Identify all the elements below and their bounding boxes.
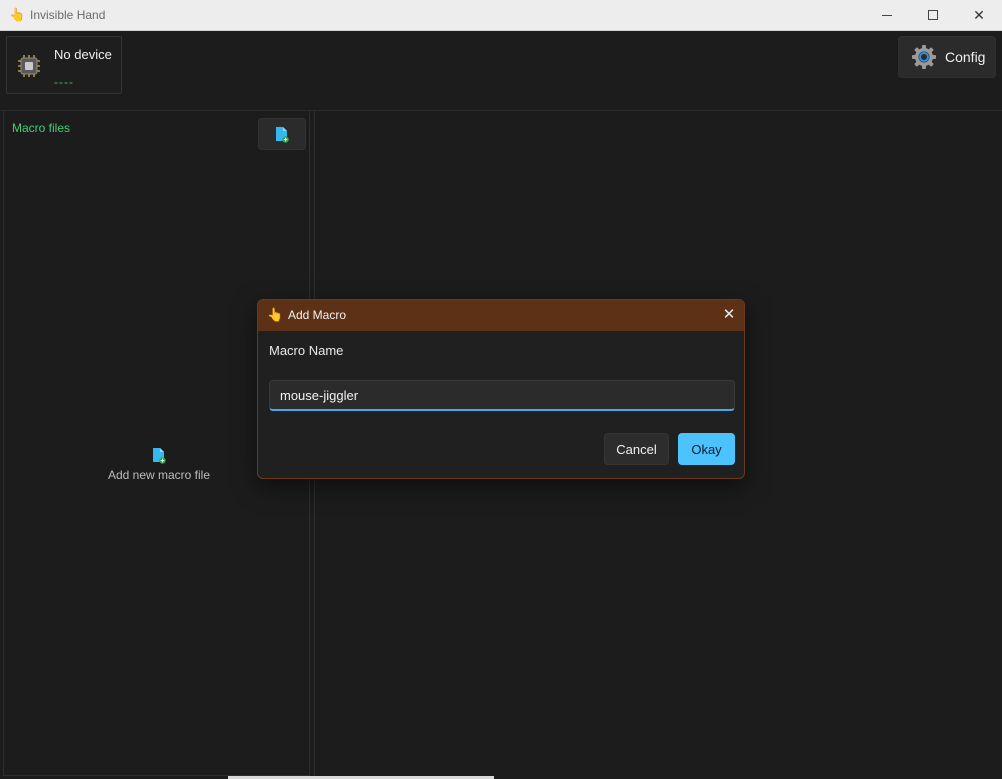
window-title: Invisible Hand bbox=[30, 8, 106, 22]
config-button[interactable]: Config bbox=[898, 36, 996, 78]
minimize-icon bbox=[882, 14, 892, 16]
device-card[interactable]: No device ---- bbox=[6, 36, 122, 94]
gear-icon bbox=[912, 45, 936, 69]
title-bar: 👆 Invisible Hand ✕ bbox=[0, 0, 1002, 31]
config-label: Config bbox=[945, 49, 986, 65]
okay-button[interactable]: Okay bbox=[678, 433, 735, 465]
hand-icon: 👆 bbox=[267, 307, 284, 322]
dialog-close-button[interactable]: ✕ bbox=[720, 306, 738, 324]
cancel-button[interactable]: Cancel bbox=[604, 433, 669, 465]
add-new-macro-file-action[interactable]: Add new macro file bbox=[84, 447, 234, 484]
macro-files-title: Macro files bbox=[12, 121, 71, 135]
dialog-header: 👆 Add Macro ✕ bbox=[258, 300, 744, 331]
device-name: No device bbox=[54, 47, 112, 62]
maximize-icon bbox=[928, 10, 938, 20]
add-macro-file-button[interactable] bbox=[258, 118, 306, 150]
add-file-icon bbox=[276, 126, 289, 143]
minimize-button[interactable] bbox=[864, 0, 910, 30]
device-status: ---- bbox=[54, 75, 74, 89]
dialog-title: Add Macro bbox=[288, 308, 347, 322]
macro-name-input[interactable] bbox=[269, 380, 735, 411]
add-file-icon bbox=[153, 448, 166, 464]
macro-name-label: Macro Name bbox=[269, 343, 344, 358]
close-window-button[interactable]: ✕ bbox=[956, 0, 1002, 30]
add-macro-dialog: 👆 Add Macro ✕ Macro Name Cancel Okay bbox=[257, 299, 745, 479]
add-new-macro-file-label: Add new macro file bbox=[107, 468, 211, 482]
chip-icon bbox=[18, 55, 40, 77]
hand-icon: 👆 bbox=[9, 7, 26, 22]
close-icon: ✕ bbox=[973, 6, 985, 23]
maximize-button[interactable] bbox=[910, 0, 956, 30]
